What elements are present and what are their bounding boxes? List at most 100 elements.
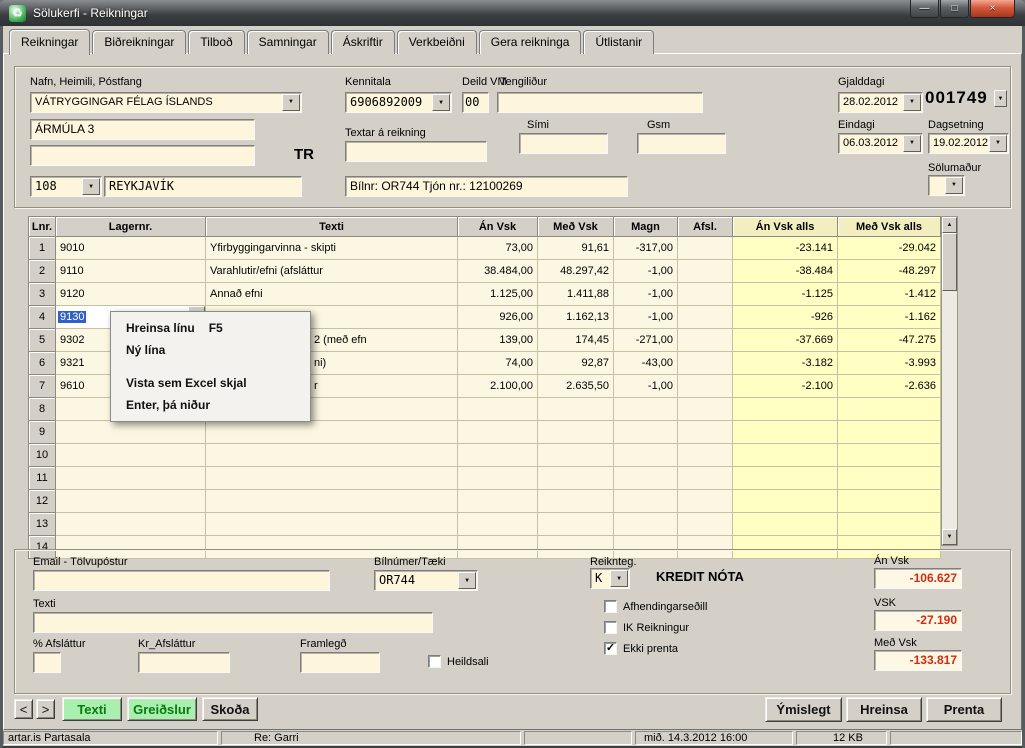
cell[interactable] xyxy=(733,398,838,421)
maximize-button[interactable]: □ xyxy=(940,0,969,18)
cell[interactable] xyxy=(206,490,458,513)
dropdown-arrow-icon[interactable]: ▼ xyxy=(945,177,963,194)
cell[interactable] xyxy=(838,490,941,513)
tab-gera-reikninga[interactable]: Gera reikninga xyxy=(479,30,582,54)
dropdown-arrow-icon[interactable]: ▼ xyxy=(903,94,921,111)
cell[interactable] xyxy=(733,421,838,444)
row-number[interactable]: 7 xyxy=(29,375,56,398)
cell[interactable]: 48.297,42 xyxy=(538,260,614,283)
cell[interactable]: 1.162,13 xyxy=(538,306,614,329)
textar-field[interactable] xyxy=(345,141,487,162)
cell[interactable]: -29.042 xyxy=(838,237,941,260)
postal-code-select[interactable]: 108 ▼ xyxy=(30,176,102,197)
cell[interactable]: -271,00 xyxy=(614,329,678,352)
gjalddagi-select[interactable]: 28.02.2012 ▼ xyxy=(838,92,923,113)
menu-item[interactable]: Ný lína xyxy=(111,339,310,361)
greidslur-button[interactable]: Greiðslur xyxy=(127,697,197,721)
cell[interactable] xyxy=(56,421,206,444)
row-number[interactable]: 4 xyxy=(29,306,56,329)
cell[interactable] xyxy=(614,467,678,490)
cell[interactable]: -47.275 xyxy=(838,329,941,352)
cell[interactable] xyxy=(614,398,678,421)
row-number[interactable]: 12 xyxy=(29,490,56,513)
checkbox-icon[interactable] xyxy=(604,600,617,613)
cell[interactable] xyxy=(538,467,614,490)
row-number[interactable]: 9 xyxy=(29,421,56,444)
cell[interactable]: 1.125,00 xyxy=(458,283,538,306)
cell[interactable]: 139,00 xyxy=(458,329,538,352)
checkbox-ekki-prenta[interactable]: ✓ Ekki prenta xyxy=(604,642,678,655)
afslattur-kr-field[interactable] xyxy=(138,652,230,673)
cell[interactable]: 174,45 xyxy=(538,329,614,352)
cell[interactable] xyxy=(733,467,838,490)
cell[interactable] xyxy=(458,467,538,490)
city-field[interactable]: REYKJAVÍK xyxy=(104,176,302,197)
hreinsa-button[interactable]: Hreinsa xyxy=(846,697,922,722)
dropdown-arrow-icon[interactable]: ▼ xyxy=(903,135,921,152)
table-scrollbar[interactable]: ▲ ▼ xyxy=(941,216,958,546)
cell[interactable] xyxy=(838,421,941,444)
minimize-button[interactable]: — xyxy=(910,0,939,18)
cell[interactable]: -37.669 xyxy=(733,329,838,352)
tab-tilboð[interactable]: Tilboð xyxy=(188,30,244,54)
cell[interactable] xyxy=(458,513,538,536)
simi-field[interactable] xyxy=(519,133,608,154)
checkbox-icon[interactable] xyxy=(428,655,441,668)
lagernr-edit-value[interactable]: 9130 xyxy=(58,311,86,323)
solumadur-select[interactable]: ▼ xyxy=(928,175,965,196)
cell[interactable] xyxy=(538,490,614,513)
reiknteg-select[interactable]: K ▼ xyxy=(590,568,630,589)
customer-name-select[interactable]: VÁTRYGGINGAR FÉLAG ÍSLANDS ▼ xyxy=(30,92,302,113)
next-button[interactable]: > xyxy=(36,699,55,719)
cell[interactable]: 926,00 xyxy=(458,306,538,329)
scroll-down-icon[interactable]: ▼ xyxy=(942,529,957,545)
previous-button[interactable]: < xyxy=(14,699,33,719)
gsm-field[interactable] xyxy=(637,133,726,154)
checkbox-afhendingarsedill[interactable]: Afhendingarseðill xyxy=(604,600,707,613)
cell[interactable] xyxy=(678,398,733,421)
row-number[interactable]: 5 xyxy=(29,329,56,352)
skoda-button[interactable]: Skoða xyxy=(202,697,258,721)
cell[interactable] xyxy=(678,329,733,352)
menu-item[interactable]: Vista sem Excel skjal xyxy=(111,372,310,394)
texti-button[interactable]: Texti xyxy=(62,697,122,721)
cell[interactable]: 9110 xyxy=(56,260,206,283)
afslattur-pct-field[interactable] xyxy=(33,652,61,673)
cell[interactable] xyxy=(733,444,838,467)
cell[interactable]: -1,00 xyxy=(614,375,678,398)
cell[interactable] xyxy=(458,398,538,421)
cell[interactable] xyxy=(538,421,614,444)
cell[interactable] xyxy=(206,421,458,444)
cell[interactable] xyxy=(678,513,733,536)
cell[interactable] xyxy=(733,513,838,536)
row-number[interactable]: 6 xyxy=(29,352,56,375)
eindagi-select[interactable]: 06.03.2012 ▼ xyxy=(838,133,923,154)
cell[interactable] xyxy=(678,306,733,329)
cell[interactable]: 73,00 xyxy=(458,237,538,260)
cell[interactable]: 38.484,00 xyxy=(458,260,538,283)
cell[interactable] xyxy=(538,398,614,421)
cell[interactable] xyxy=(678,260,733,283)
menu-item[interactable]: Enter, þá niður xyxy=(111,394,310,416)
cell[interactable]: 74,00 xyxy=(458,352,538,375)
row-number[interactable]: 10 xyxy=(29,444,56,467)
row-number[interactable]: 8 xyxy=(29,398,56,421)
dropdown-arrow-icon[interactable]: ▼ xyxy=(610,570,628,587)
cell[interactable] xyxy=(56,467,206,490)
cell[interactable]: -38.484 xyxy=(733,260,838,283)
cell[interactable] xyxy=(538,513,614,536)
address-field[interactable]: ÁRMÚLA 3 xyxy=(30,119,255,140)
cell[interactable] xyxy=(614,490,678,513)
close-button[interactable]: × xyxy=(970,0,1015,18)
cell[interactable] xyxy=(538,444,614,467)
cell[interactable] xyxy=(838,444,941,467)
cell[interactable] xyxy=(56,513,206,536)
scroll-up-icon[interactable]: ▲ xyxy=(942,217,957,233)
cell[interactable]: 9120 xyxy=(56,283,206,306)
menu-item[interactable]: Hreinsa línuF5 xyxy=(111,317,310,339)
cell[interactable] xyxy=(678,375,733,398)
address2-field[interactable] xyxy=(30,145,255,166)
cell[interactable]: -48.297 xyxy=(838,260,941,283)
dropdown-arrow-icon[interactable]: ▼ xyxy=(432,94,450,111)
cell[interactable]: -2.636 xyxy=(838,375,941,398)
